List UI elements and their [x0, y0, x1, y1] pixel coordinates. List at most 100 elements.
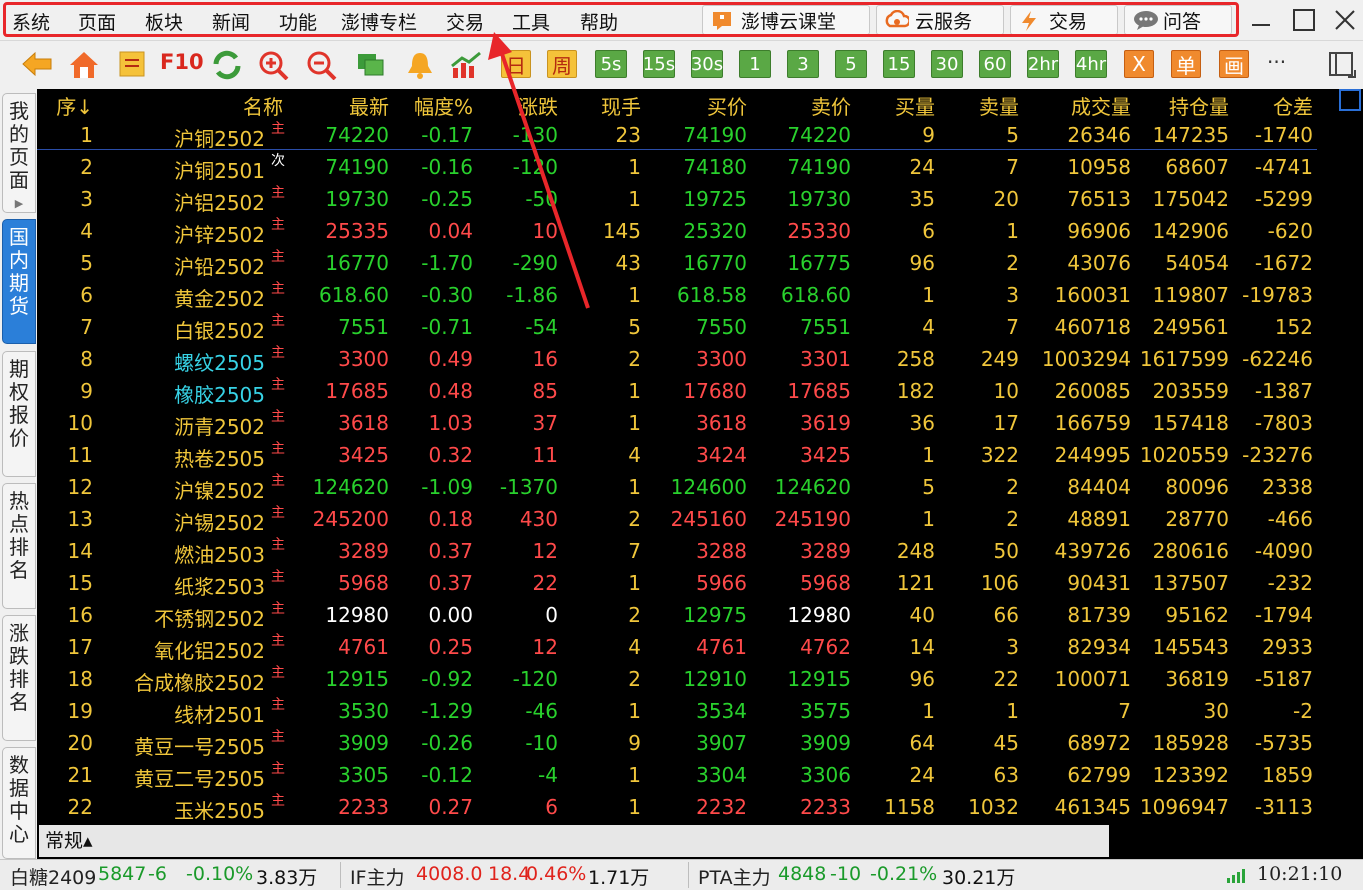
- notebook-button[interactable]: [117, 50, 147, 78]
- column-header-10[interactable]: 成交量: [1071, 91, 1131, 119]
- column-header-8[interactable]: 买量: [895, 91, 935, 119]
- cell-bid: 618.58: [677, 283, 747, 307]
- column-header-11[interactable]: 持仓量: [1169, 91, 1229, 119]
- table-row[interactable]: 2 沪铜2501 74190 -0.16 -120 1 74180 74190 24 7 10958…: [37, 152, 1337, 184]
- cell-pct: -0.26: [421, 731, 473, 755]
- table-row[interactable]: 10 沥青2502 3618 1.03 37 1 3618 3619 36 17 166759 157…: [37, 408, 1337, 440]
- table-row[interactable]: 1 沪铜2502 74220 -0.17 -130 23 74190 74220 9 5 26346…: [37, 120, 1337, 152]
- sidebar-tab-0[interactable]: 我的页面 ▶: [2, 93, 36, 213]
- trend-button[interactable]: [450, 50, 481, 78]
- cell-last: 4761: [338, 635, 389, 659]
- sidebar-tab-char: 排: [9, 667, 29, 691]
- highlight-box: [3, 2, 1239, 37]
- column-header-12[interactable]: 仓差: [1273, 91, 1313, 119]
- tab-general[interactable]: 常规▴: [39, 825, 1109, 857]
- table-row[interactable]: 16 不锈钢2502 12980 0.00 0 2 12975 12980 40 66 81739 9…: [37, 600, 1337, 632]
- cell-last: 74220: [325, 123, 389, 147]
- table-row[interactable]: 12 沪镍2502 124620 -1.09 -1370 1 124600 124620 5 2 8…: [37, 472, 1337, 504]
- cell-bid: 19725: [683, 187, 747, 211]
- sidebar-tab-1[interactable]: 国内期货: [2, 219, 36, 344]
- cell-vol: 76513: [1067, 187, 1131, 211]
- cell-bidv: 35: [909, 187, 935, 211]
- cell-last: 3289: [338, 539, 389, 563]
- cell-no: 17: [67, 635, 93, 659]
- table-row[interactable]: 18 合成橡胶2502 12915 -0.92 -120 2 12910 12915 96 22 1…: [37, 664, 1337, 696]
- f10-button[interactable]: F10: [160, 50, 204, 78]
- column-header-2[interactable]: 最新: [349, 91, 389, 119]
- cell-name: 橡胶2505: [174, 383, 265, 407]
- table-row[interactable]: 21 黄豆二号2505 3305 -0.12 -4 1 3304 3306 24 63 62799 1…: [37, 760, 1337, 792]
- sidebar-toggle-button[interactable]: [1326, 50, 1356, 78]
- windows-icon: [358, 54, 384, 76]
- table-row[interactable]: 14 燃油2503 3289 0.37 12 7 3288 3289 248 50 439726 28…: [37, 536, 1337, 568]
- table-row[interactable]: 3 沪铝2502 19730 -0.25 -50 1 19725 19730 35 20 76513…: [37, 184, 1337, 216]
- table-row[interactable]: 5 沪铅2502 16770 -1.70 -290 43 16770 16775 96 2 4307…: [37, 248, 1337, 280]
- signal-icon: [1227, 869, 1245, 883]
- more-button[interactable]: ···: [1267, 50, 1297, 78]
- table-row[interactable]: 13 沪锡2502 245200 0.18 430 2 245160 245190 1 2 4889…: [37, 504, 1337, 536]
- cell-no: 14: [67, 539, 93, 563]
- cell-no: 2: [80, 155, 93, 179]
- sidebar-tab-2[interactable]: 期权报价: [2, 351, 36, 477]
- sidebar-tab-4[interactable]: 涨跌排名: [2, 615, 36, 741]
- period-button-9[interactable]: 2hr: [1027, 50, 1059, 78]
- cell-oic: 152: [1274, 315, 1313, 339]
- back-button[interactable]: [21, 50, 52, 78]
- cell-oi: 185928: [1152, 731, 1229, 755]
- sidebar-tab-char: 热: [9, 489, 29, 513]
- column-header-1[interactable]: 名称: [243, 91, 283, 119]
- sidebar-tab-5[interactable]: 数据中心: [2, 747, 36, 859]
- table-row[interactable]: 17 氧化铝2502 4761 0.25 12 4 4761 4762 14 3 82934 1455…: [37, 632, 1337, 664]
- period-button-6[interactable]: 15: [883, 50, 915, 78]
- column-header-0[interactable]: 序↓: [56, 91, 93, 119]
- period-button-1[interactable]: 15s: [643, 50, 675, 78]
- column-selector[interactable]: [1339, 89, 1361, 111]
- cell-last: 618.60: [319, 283, 389, 307]
- table-row[interactable]: 15 纸浆2503 5968 0.37 22 1 5966 5968 121 106 90431 13…: [37, 568, 1337, 600]
- period-button-5[interactable]: 5: [835, 50, 867, 78]
- table-row[interactable]: 22 玉米2505 2233 0.27 6 1 2232 2233 1158 1032 461345…: [37, 792, 1337, 824]
- cell-name: 螺纹2505: [174, 351, 265, 375]
- table-row[interactable]: 4 沪锌2502 25335 0.04 10 145 25320 25330 6 1 96906 14…: [37, 216, 1337, 248]
- column-header-3[interactable]: 幅度%: [414, 91, 473, 119]
- table-row[interactable]: 6 黄金2502 618.60 -0.30 -1.86 1 618.58 618.60 1 3 16…: [37, 280, 1337, 312]
- cell-chg: 22: [532, 571, 558, 595]
- period-button-3[interactable]: 1: [739, 50, 771, 78]
- home-button[interactable]: [68, 50, 98, 78]
- minimize-button[interactable]: [1246, 6, 1276, 34]
- table-row[interactable]: 19 线材2501 3530 -1.29 -46 1 3534 3575 1 1 7 30 -2 主: [37, 696, 1337, 728]
- zoom-out-button[interactable]: [306, 50, 337, 81]
- column-header-7[interactable]: 卖价: [811, 91, 851, 119]
- alert-button[interactable]: [404, 50, 434, 79]
- period-button-8[interactable]: 60: [979, 50, 1011, 78]
- table-row[interactable]: 8 螺纹2505 3300 0.49 16 2 3300 3301 258 249 1003294 1…: [37, 344, 1337, 376]
- period-button-10[interactable]: 4hr: [1075, 50, 1107, 78]
- notebook-icon: [119, 51, 145, 77]
- maximize-button[interactable]: [1289, 6, 1319, 34]
- column-header-9[interactable]: 卖量: [979, 91, 1019, 119]
- close-button[interactable]: [1330, 6, 1360, 34]
- cell-chg: -120: [512, 667, 558, 691]
- table-row[interactable]: 9 橡胶2505 17685 0.48 85 1 17680 17685 182 10 260085…: [37, 376, 1337, 408]
- window-button[interactable]: [355, 50, 385, 78]
- period-button-7[interactable]: 30: [931, 50, 963, 78]
- cell-vol: 62799: [1067, 763, 1131, 787]
- contract-tag: 主: [271, 793, 285, 809]
- table-row[interactable]: 20 黄豆一号2505 3909 -0.26 -10 9 3907 3909 64 45 68972…: [37, 728, 1337, 760]
- cell-no: 21: [67, 763, 93, 787]
- period-button-4[interactable]: 3: [787, 50, 819, 78]
- table-row[interactable]: 11 热卷2505 3425 0.32 11 4 3424 3425 1 322 244995 102…: [37, 440, 1337, 472]
- column-header-6[interactable]: 买价: [707, 91, 747, 119]
- zoom-in-button[interactable]: [258, 50, 289, 81]
- draw-button[interactable]: 画: [1219, 50, 1249, 78]
- single-button[interactable]: 单: [1171, 50, 1201, 78]
- x-button[interactable]: X: [1124, 50, 1154, 78]
- refresh-button[interactable]: [211, 50, 241, 80]
- cell-oi: 145543: [1152, 635, 1229, 659]
- sidebar-tab-3[interactable]: 热点排名: [2, 483, 36, 609]
- period-button-2[interactable]: 30s: [691, 50, 723, 78]
- table-row[interactable]: 7 白银2502 7551 -0.71 -54 5 7550 7551 4 7 460718 2495…: [37, 312, 1337, 344]
- sidebar-tab-char: 权: [9, 380, 29, 404]
- cell-bidv: 40: [909, 603, 935, 627]
- cell-bidv: 64: [909, 731, 935, 755]
